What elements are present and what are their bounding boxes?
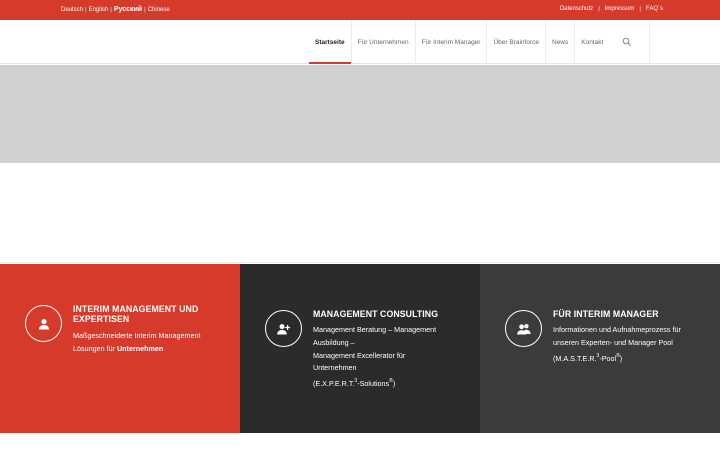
datenschutz-link[interactable]: Datenschutz xyxy=(560,6,593,12)
lang-separator: | xyxy=(144,6,146,13)
user-icon xyxy=(38,318,49,329)
feature-fuer-interim-manager[interactable]: Für Interim Manager Informationen und Au… xyxy=(480,264,720,433)
lang-english[interactable]: English xyxy=(89,7,109,13)
content-band xyxy=(0,163,720,263)
impressum-link[interactable]: Impressum xyxy=(605,6,635,12)
meta-separator: | xyxy=(639,6,641,12)
lang-chinese[interactable]: Chinese xyxy=(148,7,170,13)
language-switcher: Deutsch | English | Русский | Chinese xyxy=(61,6,170,13)
meta-separator: | xyxy=(598,6,600,12)
nav-kontakt[interactable]: Kontakt xyxy=(574,20,609,64)
feature-title: Interim Management und Expertisen xyxy=(73,304,199,325)
lang-separator: | xyxy=(110,6,112,13)
feature-interim-management[interactable]: Interim Management und Expertisen Maßges… xyxy=(0,264,240,433)
user-icon-circle xyxy=(25,305,62,342)
nav-news[interactable]: News xyxy=(545,20,574,64)
feature-management-consulting[interactable]: Management Consulting Management Beratun… xyxy=(240,264,480,433)
top-bar: Deutsch | English | Русский | Chinese Da… xyxy=(0,0,720,20)
nav-fuer-interim-manager[interactable]: Für Interim Manager xyxy=(414,20,487,64)
nav-startseite[interactable]: Startseite xyxy=(309,20,351,64)
search-icon[interactable] xyxy=(622,37,632,47)
users-icon xyxy=(516,323,531,334)
user-plus-icon-circle xyxy=(265,310,302,347)
meta-links: Datenschutz | Impressum | FAQ´s xyxy=(560,6,663,12)
nav-ueber-brainforce[interactable]: Über Brainforce xyxy=(486,20,545,64)
user-plus-icon xyxy=(277,323,291,334)
feature-text: Maßgeschneiderte Interim Management Lösu… xyxy=(73,331,201,353)
feature-title: Für Interim Manager xyxy=(553,309,659,320)
main-nav: Startseite Für Unternehmen Für Interim M… xyxy=(309,20,609,64)
lang-separator: | xyxy=(85,6,87,13)
nav-fuer-unternehmen[interactable]: Für Unternehmen xyxy=(350,20,415,64)
feature-text: Management Beratung – Management Ausbild… xyxy=(313,325,437,389)
site-header: Startseite Für Unternehmen Für Interim M… xyxy=(0,20,720,64)
hero-banner xyxy=(0,65,720,163)
lang-russian[interactable]: Русский xyxy=(114,6,142,13)
page-bottom xyxy=(0,433,720,450)
feature-text: Informationen und Aufnahmeprozess für un… xyxy=(553,325,681,363)
faq-link[interactable]: FAQ´s xyxy=(646,6,663,12)
lang-deutsch[interactable]: Deutsch xyxy=(61,7,83,13)
feature-title: Management Consulting xyxy=(313,309,439,320)
header-divider xyxy=(649,20,650,64)
users-icon-circle xyxy=(505,310,542,347)
